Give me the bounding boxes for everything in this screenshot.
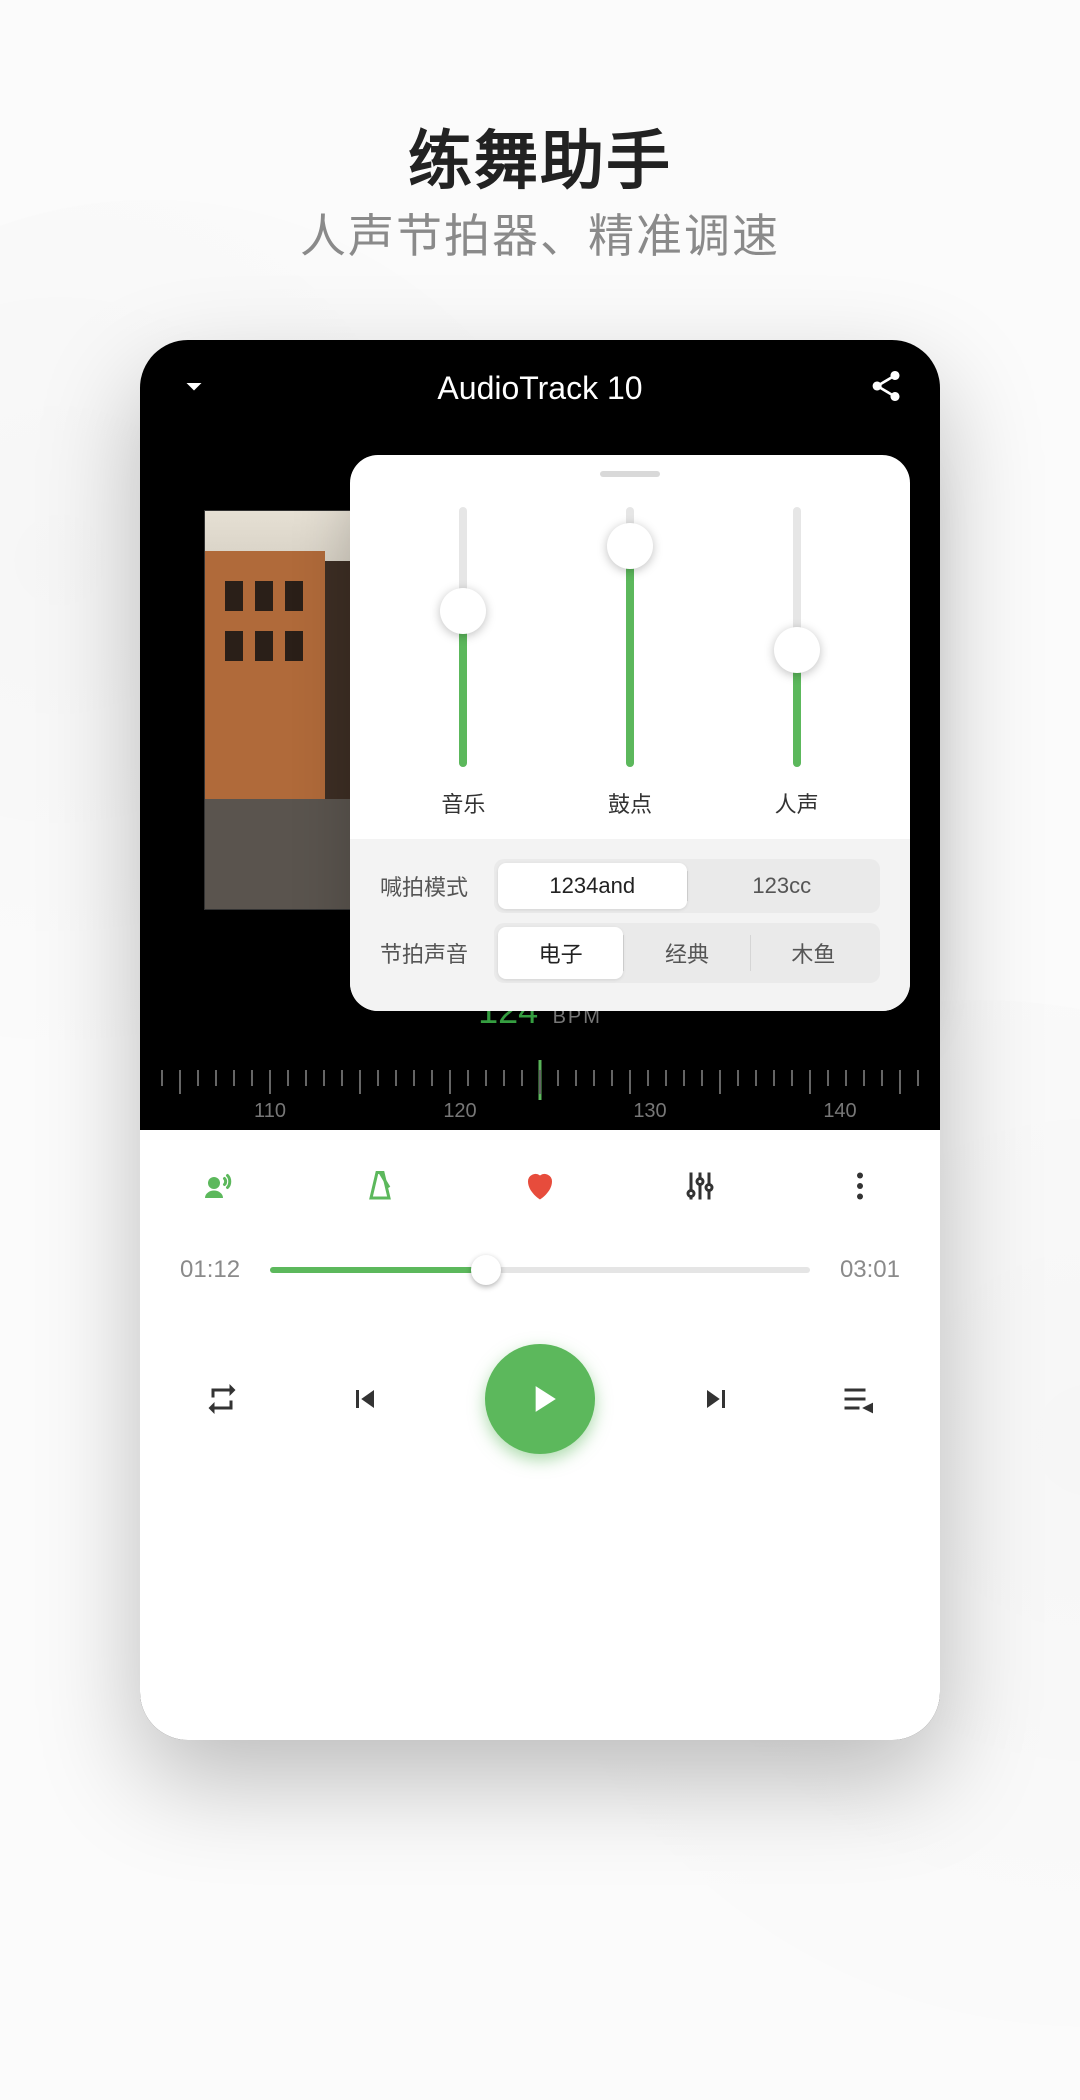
heart-icon[interactable]	[520, 1166, 560, 1206]
mixer-slider[interactable]: 人声	[775, 507, 819, 819]
count-mode-label: 喊拍模式	[380, 870, 480, 902]
more-vert-icon[interactable]	[840, 1166, 880, 1206]
promo-title: 练舞助手	[0, 110, 1080, 202]
chevron-down-icon[interactable]	[176, 368, 212, 409]
player-header: AudioTrack 10	[140, 340, 940, 436]
mixer-slider-label: 鼓点	[608, 787, 652, 819]
segment-option[interactable]: 经典	[624, 927, 749, 979]
playlist-icon[interactable]	[836, 1377, 880, 1421]
promo-subtitle: 人声节拍器、精准调速	[0, 200, 1080, 266]
mixer-slider-label: 音乐	[441, 787, 485, 819]
mixer-slider[interactable]: 鼓点	[608, 507, 652, 819]
action-row	[180, 1130, 900, 1226]
ruler-tick-label: 120	[443, 1100, 476, 1123]
count-mode-row: 喊拍模式 1234and123cc	[380, 859, 880, 913]
mixer-slider[interactable]: 音乐	[441, 507, 485, 819]
sliders-icon[interactable]	[680, 1166, 720, 1206]
time-elapsed: 01:12	[180, 1256, 250, 1284]
ruler-tick-label: 110	[254, 1100, 286, 1123]
mixer-slider-label: 人声	[775, 787, 819, 819]
segment-option[interactable]: 123cc	[688, 863, 877, 909]
transport-controls	[180, 1314, 900, 1484]
beat-sound-row: 节拍声音 电子经典木鱼	[380, 923, 880, 983]
skip-prev-icon[interactable]	[343, 1377, 387, 1421]
voice-icon[interactable]	[200, 1166, 240, 1206]
mixer-popup: 音乐 鼓点 人声 喊拍模式 1234and123cc 节拍声音 电子经典木鱼	[350, 455, 910, 1011]
ruler-tick-label: 130	[633, 1100, 666, 1123]
bpm-ruler[interactable]: 110 120 130 140	[140, 1060, 940, 1130]
segment-option[interactable]: 1234and	[498, 863, 687, 909]
segment-option[interactable]: 木鱼	[751, 927, 876, 979]
play-button[interactable]	[485, 1344, 595, 1454]
segment-option[interactable]: 电子	[498, 927, 623, 979]
metronome-icon[interactable]	[360, 1166, 400, 1206]
share-icon[interactable]	[868, 368, 904, 409]
ruler-tick-label: 140	[823, 1100, 856, 1123]
progress-bar[interactable]: 01:12 03:01	[180, 1226, 900, 1314]
repeat-icon[interactable]	[200, 1377, 244, 1421]
beat-sound-label: 节拍声音	[380, 937, 480, 969]
skip-next-icon[interactable]	[694, 1377, 738, 1421]
playback-panel: 01:12 03:01	[140, 1130, 940, 1740]
track-title: AudioTrack 10	[437, 370, 642, 407]
time-total: 03:01	[830, 1256, 900, 1284]
